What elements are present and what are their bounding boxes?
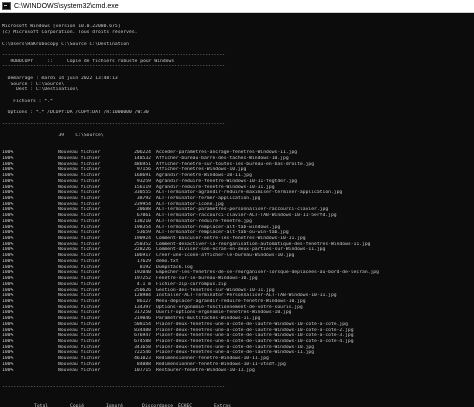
title-bar[interactable]: C:\WINDOWS\system32\cmd.exe [0,0,474,13]
file-row: 100% Nouveau fichier 107715 Restaurer-fenet… [2,368,472,374]
console-intro: Microsoft Windows [version 10.0.22000.67… [2,24,472,138]
console-output[interactable]: Microsoft Windows [version 10.0.22000.67… [0,13,474,407]
window-title: C:\WINDOWS\system32\cmd.exe [14,2,119,10]
file-percent: 100% [2,367,14,373]
cmd-window[interactable]: C:\WINDOWS\system32\cmd.exe Microsoft Wi… [0,0,474,407]
file-list: 100% Nouveau fichier 206224 Acceder-paramet… [2,150,472,373]
file-status: Nouveau fichier [58,367,101,373]
file-name: Restaurer-fenetre-Windows-10-11.jpg [156,367,255,373]
terminal-icon [2,2,11,10]
separator-line: ----------------------------------------… [2,384,225,390]
console-line: 39 C:\Source\ [2,133,104,139]
file-size: 107715 [134,367,151,373]
